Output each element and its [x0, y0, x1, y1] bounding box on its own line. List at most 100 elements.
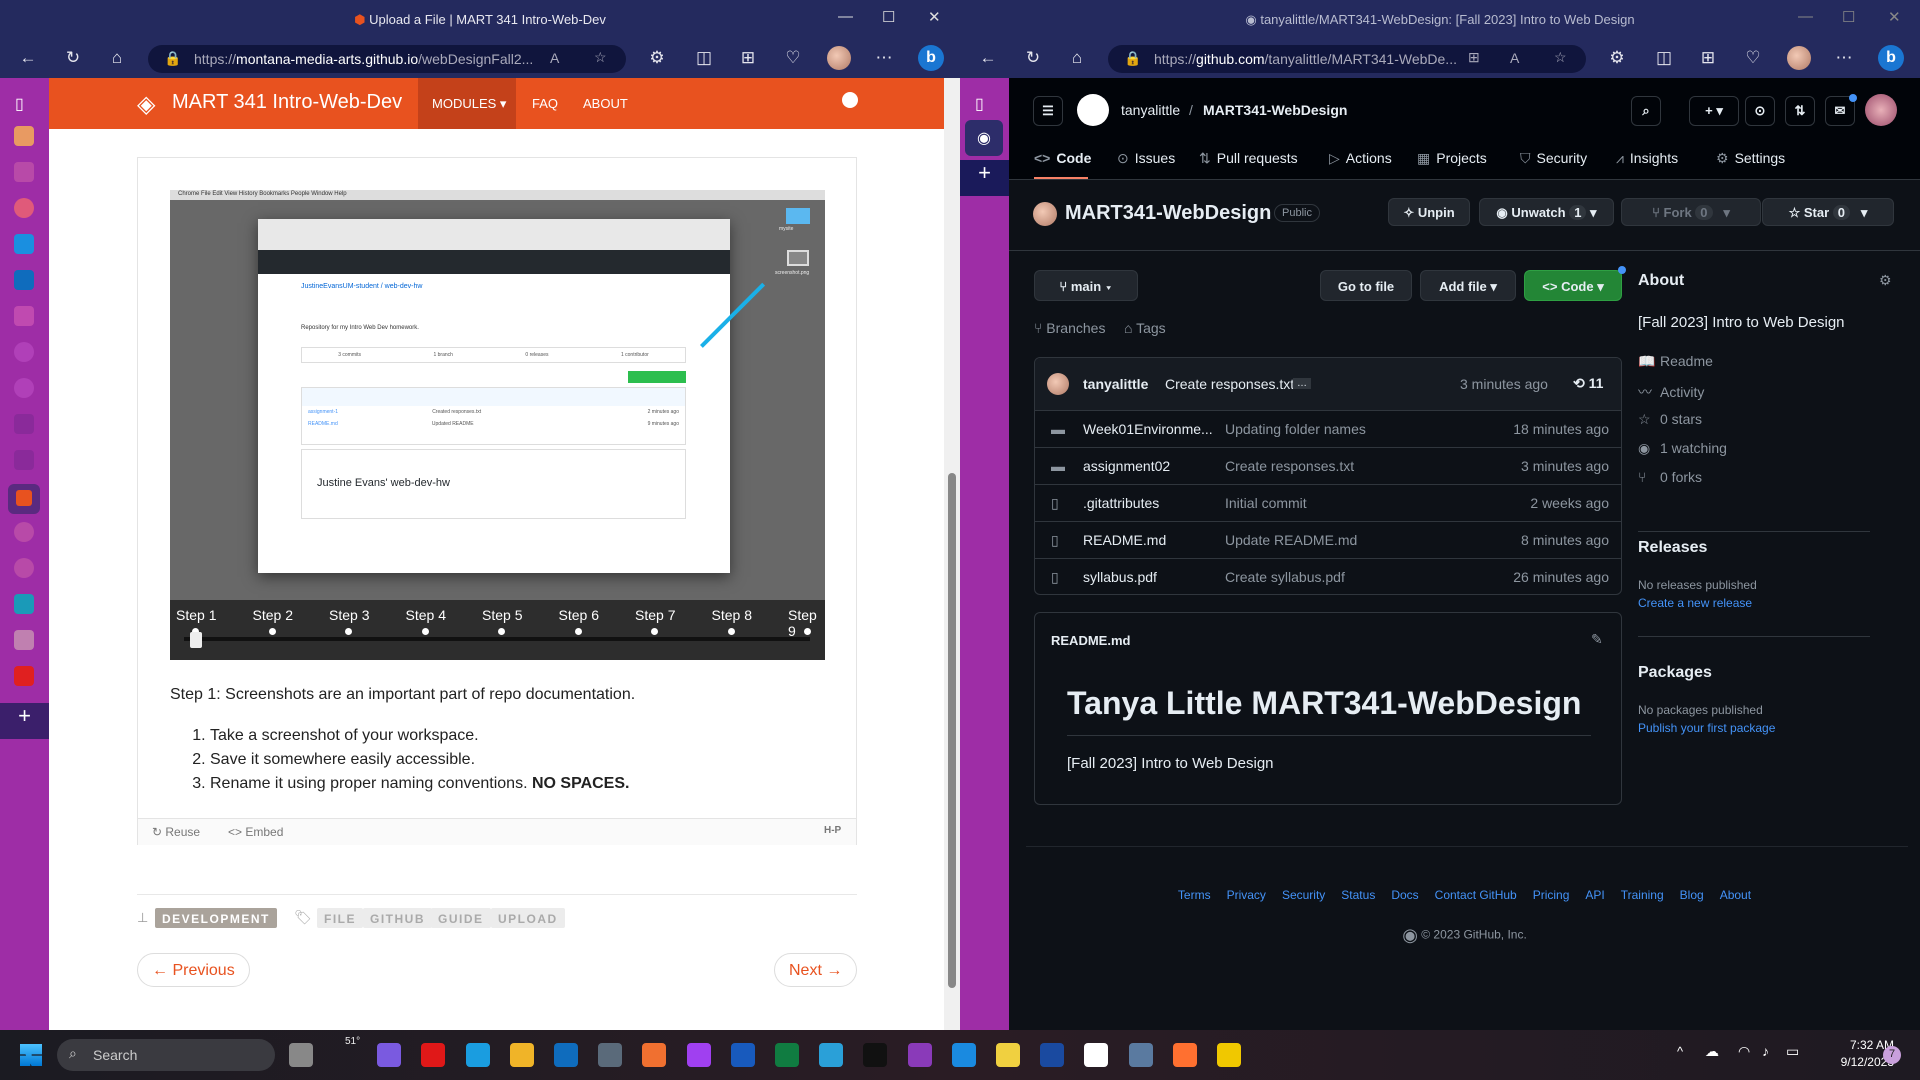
taskbar-inkscape-icon[interactable] [863, 1043, 888, 1067]
start-button[interactable] [20, 1044, 42, 1066]
tab-issues[interactable]: ⊙ Issues [1117, 150, 1175, 167]
taskbar-excel-icon[interactable] [775, 1043, 799, 1067]
tab-security[interactable]: ⛉ Security [1520, 150, 1587, 167]
step-label[interactable]: Step 6 [559, 607, 599, 623]
weather-widget[interactable]: 51° [345, 1036, 360, 1047]
footer-link[interactable]: Security [1282, 888, 1325, 902]
sidebar-app-icon[interactable] [14, 594, 34, 614]
taskbar-firefox-icon[interactable] [1172, 1043, 1197, 1067]
more-icon[interactable]: ⋯ [1832, 48, 1856, 68]
address-bar[interactable]: 🔒 https://montana-media-arts.github.io/w… [148, 45, 626, 73]
onedrive-icon[interactable]: ☁ [1705, 1043, 1719, 1060]
read-aloud-icon[interactable]: A [550, 50, 559, 66]
file-row[interactable]: ▬ assignment02 Create responses.txt 3 minut… [1035, 447, 1621, 484]
site-title[interactable]: MART 341 Intro-Web-Dev [172, 91, 402, 114]
releases-heading[interactable]: Releases [1638, 539, 1707, 557]
calendar-icon[interactable] [14, 234, 34, 254]
footer-link[interactable]: About [1720, 888, 1751, 902]
taskbar-teams-icon[interactable] [377, 1043, 402, 1067]
create-new-button[interactable]: + ▾ [1689, 96, 1739, 126]
maximize-button[interactable]: ☐ [882, 8, 895, 26]
commit-message-link[interactable]: Create responses.txt [1225, 458, 1354, 474]
taskbar-sticky-notes-icon[interactable] [1217, 1043, 1241, 1067]
taskbar-outlook-icon[interactable] [554, 1043, 578, 1067]
step-marker[interactable] [345, 628, 352, 635]
tab-pull-requests[interactable]: ⇅ Pull requests [1199, 150, 1298, 167]
taskbar-github-desktop-icon[interactable] [907, 1043, 932, 1067]
taskbar-task-view-icon[interactable] [289, 1043, 313, 1067]
footer-link[interactable]: Terms [1178, 888, 1211, 902]
close-button[interactable]: ✕ [928, 8, 941, 26]
taskbar-edge-icon[interactable] [465, 1043, 490, 1067]
browser-essentials-icon[interactable]: ♡ [1741, 48, 1765, 68]
about-forks-link[interactable]: ⑂ 0 forks [1638, 469, 1702, 485]
tab-actions-icon[interactable]: ▯ [15, 94, 24, 114]
timeline-slider-handle[interactable] [190, 632, 202, 648]
close-button[interactable]: ✕ [1888, 8, 1901, 26]
file-row[interactable]: ▯ README.md Update README.md 8 minutes ago [1035, 521, 1621, 558]
address-bar[interactable]: 🔒 https://github.com/tanyalittle/MART341… [1108, 45, 1586, 73]
step-label[interactable]: Step 4 [406, 607, 446, 623]
tab-settings[interactable]: ⚙ Settings [1716, 150, 1785, 167]
create-release-link[interactable]: Create a new release [1638, 596, 1752, 610]
taskbar-vscode-icon[interactable] [951, 1043, 976, 1067]
extensions-icon[interactable]: ⚙ [1605, 48, 1629, 68]
unwatch-button[interactable]: ◉ Unwatch 1 ▾ [1479, 198, 1614, 226]
step-marker[interactable] [268, 628, 276, 635]
bing-copilot-icon[interactable]: b [918, 45, 944, 71]
step-label[interactable]: Step 2 [253, 607, 293, 623]
file-row[interactable]: ▬ Week01Environme... Updating folder names… [1035, 410, 1621, 447]
nav-about[interactable]: ABOUT [583, 96, 628, 111]
notification-center-badge[interactable]: 7 [1883, 1046, 1901, 1064]
add-sidebar-app-button[interactable]: + [0, 703, 49, 739]
collections-icon[interactable]: ⊞ [1696, 48, 1720, 68]
commit-history-link[interactable]: ⟲ 11 [1573, 375, 1603, 392]
code-button[interactable]: <> Code ▾ [1524, 270, 1622, 301]
repo-name-link[interactable]: MART341-WebDesign [1203, 102, 1347, 118]
branches-link[interactable]: ⑂ Branches [1034, 320, 1105, 336]
taskbar-powershell-icon[interactable] [1040, 1043, 1065, 1067]
sidebar-app-icon[interactable] [14, 414, 34, 434]
sidebar-app-icon[interactable] [14, 126, 34, 146]
reuse-button[interactable]: ↻ Reuse [152, 825, 200, 839]
tab-actions-icon[interactable]: ▯ [975, 94, 984, 114]
footer-link[interactable]: Status [1341, 888, 1375, 902]
unpin-button[interactable]: ✧ Unpin [1388, 198, 1470, 226]
wifi-icon[interactable]: ◠ [1738, 1043, 1750, 1060]
sidebar-app-icon[interactable] [14, 378, 34, 398]
tab-projects[interactable]: ▦ Projects [1417, 150, 1487, 167]
pull-requests-icon[interactable]: ⇅ [1785, 96, 1815, 126]
repo-owner-link[interactable]: tanyalittle [1121, 102, 1180, 118]
go-to-file-button[interactable]: Go to file [1320, 270, 1412, 301]
search-button[interactable]: ⌕ [1631, 96, 1661, 126]
step-label[interactable]: Step 3 [329, 607, 369, 623]
commit-message-link[interactable]: Create syllabus.pdf [1225, 569, 1345, 585]
taskbar-word-icon[interactable] [730, 1043, 755, 1067]
step-label[interactable]: Step 5 [482, 607, 522, 623]
read-aloud-icon[interactable]: A [1510, 50, 1519, 66]
footer-link[interactable]: Pricing [1533, 888, 1570, 902]
embed-button[interactable]: <> Embed [228, 825, 283, 839]
refresh-icon[interactable]: ↻ [61, 48, 85, 68]
browser-essentials-icon[interactable]: ♡ [781, 48, 805, 68]
back-icon[interactable]: ← [976, 48, 1000, 68]
app-available-icon[interactable]: ⊞ [1468, 49, 1480, 66]
back-icon[interactable]: ← [16, 48, 40, 68]
branch-selector[interactable]: ⑂ main ▾ [1034, 270, 1138, 301]
add-sidebar-app-button[interactable]: + [960, 160, 1009, 196]
file-name-link[interactable]: assignment02 [1083, 458, 1170, 474]
tag-guide[interactable]: GUIDE [431, 908, 491, 928]
taskbar-notepad-icon[interactable] [819, 1043, 844, 1067]
volume-icon[interactable]: ♪ [1762, 1043, 1769, 1059]
taskbar-opera-icon[interactable] [421, 1043, 446, 1067]
repo-title[interactable]: MART341-WebDesign [1065, 202, 1271, 225]
taskbar-settings-icon[interactable] [1128, 1043, 1153, 1067]
file-name-link[interactable]: Week01Environme... [1083, 421, 1213, 437]
outlook-icon[interactable] [14, 270, 34, 290]
sidebar-app-icon[interactable] [14, 450, 34, 470]
show-hidden-icons[interactable]: ^ [1677, 1044, 1683, 1059]
github-icon[interactable]: ◉ [965, 120, 1003, 156]
menu-button[interactable]: ☰ [1033, 96, 1063, 126]
minimize-button[interactable]: — [838, 8, 853, 25]
more-icon[interactable]: ⋯ [872, 48, 896, 68]
